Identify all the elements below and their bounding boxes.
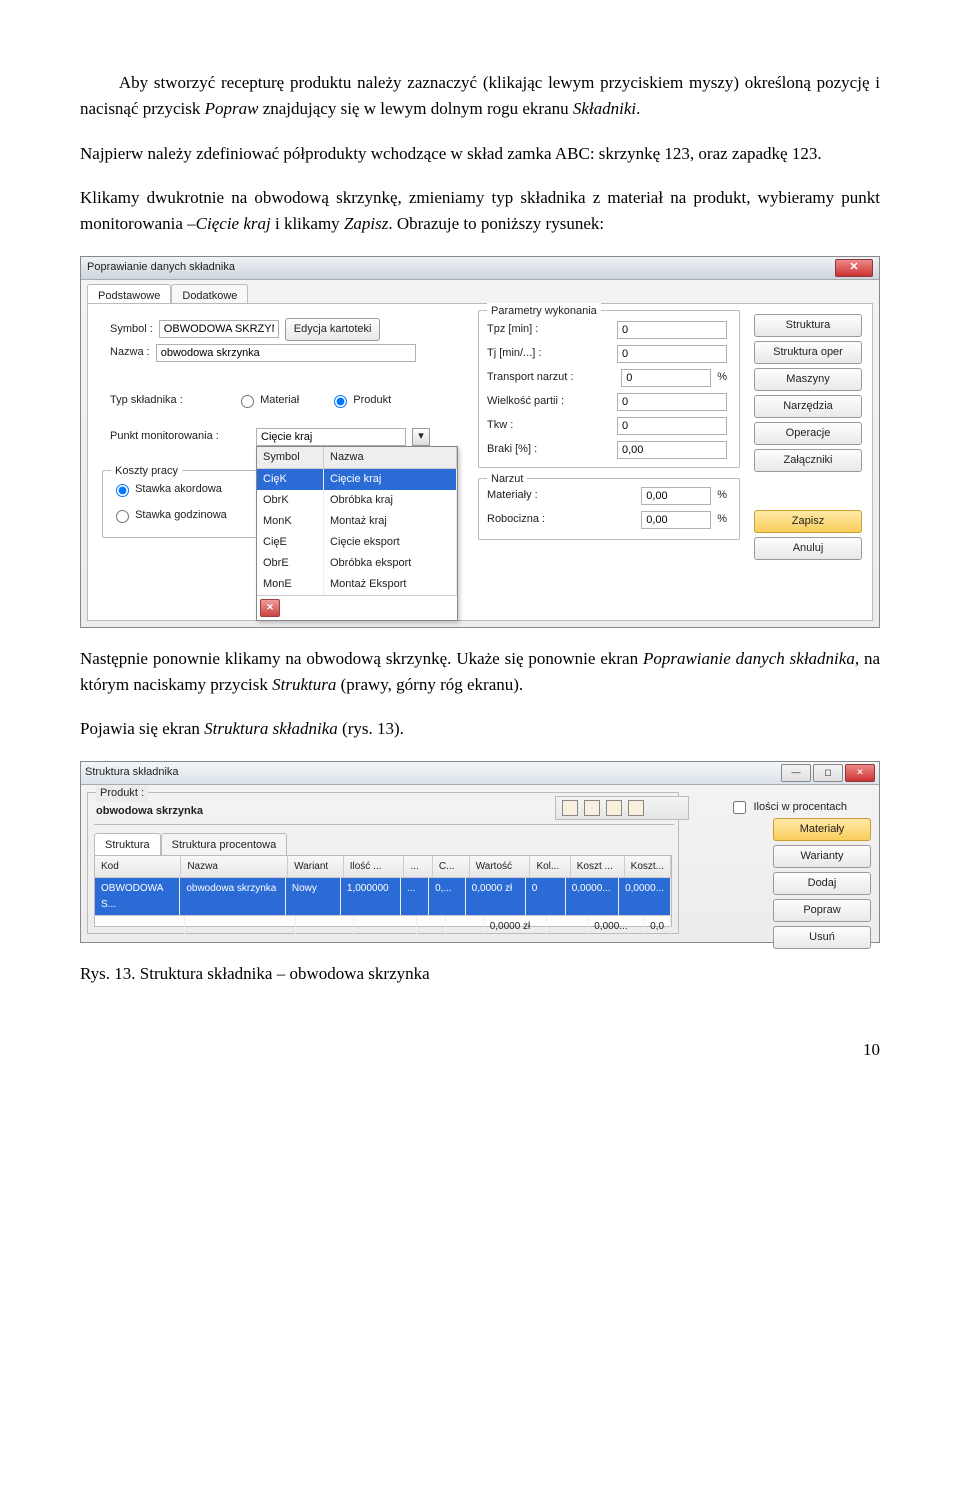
help-icon[interactable] bbox=[606, 800, 622, 816]
edycja-kartoteki-button[interactable]: Edycja kartoteki bbox=[285, 318, 381, 341]
group-produkt: Produkt : bbox=[96, 785, 148, 802]
label-nazwa: Nazwa : bbox=[110, 344, 150, 361]
maximize-icon[interactable]: ◻ bbox=[813, 764, 843, 782]
struktura-grid[interactable]: Kod Nazwa Wariant Ilość ... ... C... War… bbox=[94, 855, 672, 927]
close-icon[interactable]: ✕ bbox=[835, 259, 873, 277]
group-parametry: Parametry wykonania bbox=[487, 303, 601, 320]
radio-produkt[interactable]: Produkt bbox=[329, 392, 391, 409]
dodaj-button[interactable]: Dodaj bbox=[773, 872, 871, 895]
radio-stawka-godzinowa[interactable]: Stawka godzinowa bbox=[111, 507, 227, 524]
paragraph-2: Najpierw należy zdefiniować półprodukty … bbox=[80, 141, 880, 167]
settings-icon[interactable] bbox=[628, 800, 644, 816]
label-typ-skladnika: Typ składnika : bbox=[110, 392, 230, 409]
paragraph-3: Klikamy dwukrotnie na obwodową skrzynkę,… bbox=[80, 185, 880, 238]
robocizna-narzut-input[interactable] bbox=[641, 511, 711, 529]
struktura-button[interactable]: Struktura bbox=[754, 314, 862, 337]
label-symbol: Symbol : bbox=[110, 321, 153, 338]
punkt-monitorowania-dropdown[interactable]: Symbol Nazwa CięKCięcie kraj ObrKObróbka… bbox=[256, 446, 458, 621]
ilosci-w-procentach-checkbox[interactable]: Ilości w procentach bbox=[729, 798, 847, 817]
tpz-input[interactable] bbox=[617, 321, 727, 339]
radio-material[interactable]: Materiał bbox=[236, 392, 299, 409]
grid-row-selected[interactable]: OBWODOWA S... obwodowa skrzynka Nowy 1,0… bbox=[95, 878, 671, 915]
warianty-button[interactable]: Warianty bbox=[773, 845, 871, 868]
label-punkt-monitorowania: Punkt monitorowania : bbox=[110, 428, 250, 445]
punkt-monitorowania-select[interactable] bbox=[256, 428, 406, 446]
anuluj-button[interactable]: Anuluj bbox=[754, 537, 862, 560]
close-icon[interactable]: ✕ bbox=[845, 764, 875, 782]
dropdown-row-ciee[interactable]: CięECięcie eksport bbox=[257, 532, 457, 553]
grid-row-totals: 0,0000 zł 0,000... 0,0 bbox=[95, 915, 671, 938]
dropdown-row-obrk[interactable]: ObrKObróbka kraj bbox=[257, 490, 457, 511]
paragraph-1: Aby stworzyć recepturę produktu należy z… bbox=[80, 70, 880, 123]
popraw-button[interactable]: Popraw bbox=[773, 899, 871, 922]
operacje-button[interactable]: Operacje bbox=[754, 422, 862, 445]
dropdown-row-ciek[interactable]: CięKCięcie kraj bbox=[257, 469, 457, 490]
group-koszty-pracy: Koszty pracy bbox=[111, 463, 182, 480]
group-narzut: Narzut bbox=[487, 471, 527, 488]
tab-struktura[interactable]: Struktura bbox=[94, 833, 161, 857]
dropdown-close-icon[interactable]: ✕ bbox=[260, 599, 280, 617]
window-title: Struktura składnika bbox=[85, 764, 179, 781]
tkw-input[interactable] bbox=[617, 417, 727, 435]
dropdown-row-obre[interactable]: ObrEObróbka eksport bbox=[257, 553, 457, 574]
dropdown-row-monk[interactable]: MonKMontaż kraj bbox=[257, 511, 457, 532]
tj-input[interactable] bbox=[617, 345, 727, 363]
braki-input[interactable] bbox=[617, 441, 727, 459]
wielkosc-partii-input[interactable] bbox=[617, 393, 727, 411]
tab-struktura-procentowa[interactable]: Struktura procentowa bbox=[161, 833, 288, 857]
screenshot-poprawianie-danych: Poprawianie danych składnika ✕ Podstawow… bbox=[80, 256, 880, 628]
symbol-input[interactable] bbox=[159, 320, 279, 338]
usun-button[interactable]: Usuń bbox=[773, 926, 871, 949]
print-icon[interactable] bbox=[584, 800, 600, 816]
transport-narzut-input[interactable] bbox=[621, 369, 711, 387]
paragraph-4: Następnie ponownie klikamy na obwodową s… bbox=[80, 646, 880, 699]
narzedzia-button[interactable]: Narzędzia bbox=[754, 395, 862, 418]
dropdown-row-mone[interactable]: MonEMontaż Eksport bbox=[257, 574, 457, 595]
materialy-narzut-input[interactable] bbox=[641, 487, 711, 505]
materialy-button[interactable]: Materiały bbox=[773, 818, 871, 841]
screenshot-struktura-skladnika: Struktura składnika — ◻ ✕ Produkt : obwo… bbox=[80, 761, 880, 943]
nazwa-input[interactable] bbox=[156, 344, 416, 362]
page-number: 10 bbox=[80, 1037, 880, 1063]
window-title: Poprawianie danych składnika bbox=[87, 259, 235, 276]
tool-icon[interactable] bbox=[562, 800, 578, 816]
zapisz-button[interactable]: Zapisz bbox=[754, 510, 862, 533]
figure-caption: Rys. 13. Struktura składnika – obwodowa … bbox=[80, 961, 880, 987]
chevron-down-icon[interactable]: ▾ bbox=[412, 428, 430, 446]
maszyny-button[interactable]: Maszyny bbox=[754, 368, 862, 391]
paragraph-5: Pojawia się ekran Struktura składnika (r… bbox=[80, 716, 880, 742]
radio-stawka-akordowa[interactable]: Stawka akordowa bbox=[111, 481, 222, 498]
struktura-oper-button[interactable]: Struktura oper bbox=[754, 341, 862, 364]
toolbar-icons bbox=[555, 796, 689, 820]
zalaczniki-button[interactable]: Załączniki bbox=[754, 449, 862, 472]
minimize-icon[interactable]: — bbox=[781, 764, 811, 782]
